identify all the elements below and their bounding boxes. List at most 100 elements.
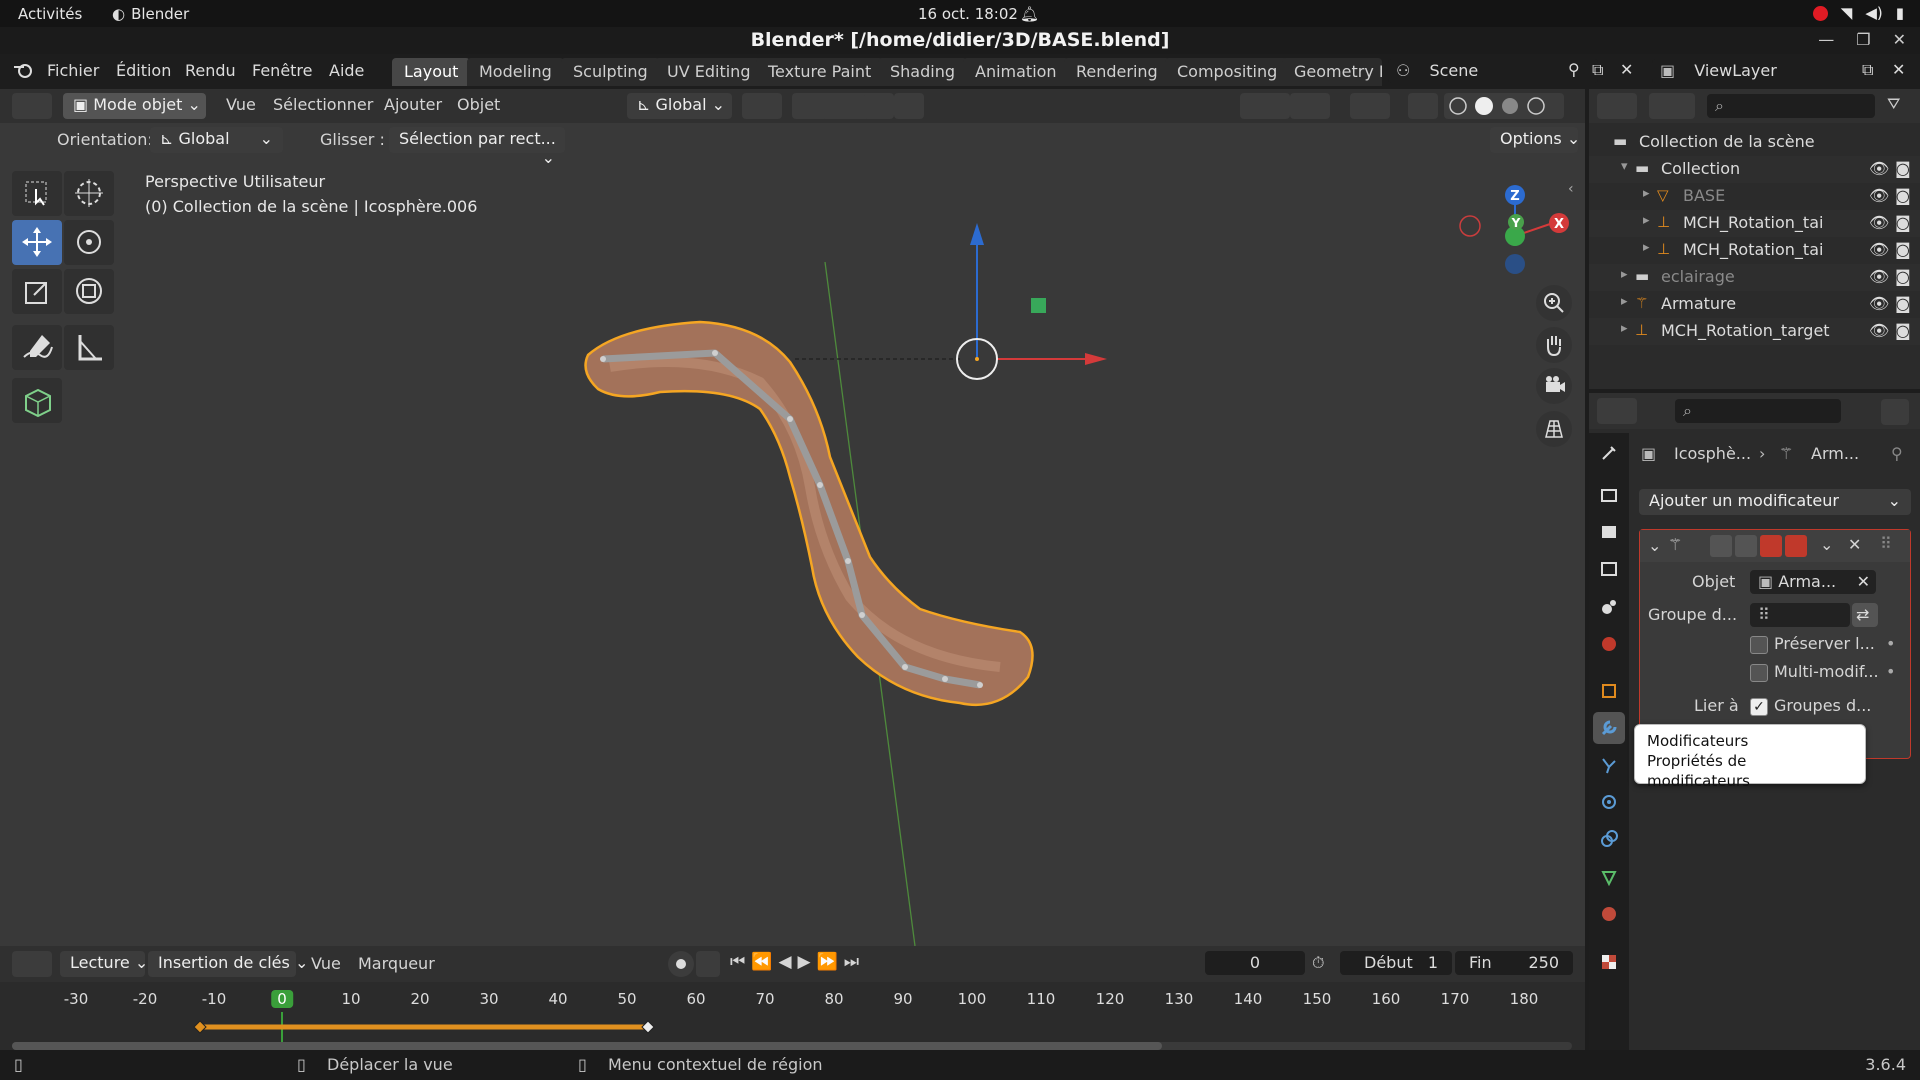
timeline-menu-vue[interactable]: Vue bbox=[311, 954, 341, 973]
expand-chevron-icon[interactable]: ▸ bbox=[1643, 186, 1650, 201]
collapse-chevron-icon[interactable]: ⌄ bbox=[1648, 536, 1661, 555]
measure-tool[interactable] bbox=[64, 325, 114, 370]
close-icon[interactable]: ✕ bbox=[1893, 30, 1906, 49]
render-camera-icon[interactable]: ◙ bbox=[1895, 159, 1911, 178]
shading-mode-group[interactable] bbox=[1444, 93, 1564, 119]
world-tab-icon[interactable] bbox=[1593, 628, 1625, 660]
timeline-editor[interactable]: Lecture ⌄ Insertion de clés ⌄ Vue Marque… bbox=[0, 946, 1585, 1050]
scene-selector[interactable]: ⚇ Scene bbox=[1388, 59, 1598, 83]
annotate-tool[interactable] bbox=[12, 325, 62, 370]
system-tray[interactable]: ◥ ◀) ▮ bbox=[1812, 4, 1904, 22]
outliner-row[interactable]: ▸ ▬ eclairage 👁︎ ◙ bbox=[1589, 264, 1920, 291]
current-frame-field[interactable]: 0 bbox=[1205, 951, 1305, 975]
vertex-group-field[interactable]: ⠿ bbox=[1750, 603, 1850, 627]
viewport-menu-selectionner[interactable]: Sélectionner bbox=[273, 95, 373, 114]
minimize-icon[interactable]: — bbox=[1818, 30, 1834, 49]
zoom-icon[interactable] bbox=[1536, 285, 1572, 321]
properties-editor[interactable]: ⌕ ▣ Icosphè... › ⚚ Arm... ⚲ Ajouter un m… bbox=[1589, 393, 1920, 1050]
view-layer-tab-icon[interactable] bbox=[1593, 553, 1625, 585]
output-tab-icon[interactable] bbox=[1593, 516, 1625, 548]
3d-viewport[interactable]: ▣ Mode objet ⌄ Vue Sélectionner Ajouter … bbox=[0, 89, 1585, 946]
options-dropdown[interactable]: Options ⌄ bbox=[1490, 127, 1580, 153]
visibility-icon[interactable] bbox=[1240, 93, 1290, 119]
add-cube-tool[interactable] bbox=[12, 378, 62, 423]
clear-icon[interactable]: ✕ bbox=[1857, 572, 1870, 591]
mode-dropdown[interactable]: ▣ Mode objet ⌄ bbox=[63, 93, 206, 119]
render-icon[interactable] bbox=[1785, 535, 1807, 557]
render-camera-icon[interactable]: ◙ bbox=[1895, 267, 1911, 286]
tab-compositing[interactable]: Compositing bbox=[1165, 58, 1290, 86]
pin-icon[interactable]: ⚲ bbox=[1891, 444, 1903, 463]
overlay-toggle-icon[interactable] bbox=[1350, 93, 1390, 119]
ortho-grid-icon[interactable] bbox=[1536, 411, 1572, 447]
current-frame-indicator[interactable]: 0 bbox=[271, 990, 293, 1008]
object-tab-icon[interactable] bbox=[1593, 675, 1625, 707]
pan-hand-icon[interactable] bbox=[1536, 327, 1572, 363]
maximize-icon[interactable]: ❐ bbox=[1856, 30, 1870, 49]
tab-shading[interactable]: Shading bbox=[878, 58, 967, 86]
auto-keying-options-icon[interactable] bbox=[696, 951, 720, 977]
multi-modifier-checkbox[interactable] bbox=[1750, 664, 1768, 682]
frame-start-field[interactable]: Début 1 bbox=[1340, 951, 1452, 975]
visibility-eye-icon[interactable]: 👁︎ bbox=[1869, 267, 1889, 286]
visibility-eye-icon[interactable]: 👁︎ bbox=[1869, 294, 1889, 313]
drag-dropdown[interactable]: Sélection par rect... ⌄ bbox=[389, 127, 565, 167]
scale-tool[interactable] bbox=[12, 269, 62, 314]
menu-aide[interactable]: Aide bbox=[329, 61, 364, 80]
transform-orientation-dropdown[interactable]: ⊾ Global ⌄ bbox=[627, 93, 732, 119]
physics-tab-icon[interactable] bbox=[1593, 786, 1625, 818]
menu-edition[interactable]: Édition bbox=[116, 61, 171, 80]
expand-chevron-icon[interactable]: ▸ bbox=[1643, 213, 1650, 228]
outliner-row[interactable]: ▾ ▬ Collection 👁︎ ◙ bbox=[1589, 156, 1920, 183]
preserve-volume-checkbox[interactable] bbox=[1750, 636, 1768, 654]
expand-chevron-icon[interactable]: ▸ bbox=[1643, 240, 1650, 255]
outliner-editor[interactable]: ⌕ ⛛ ▬ Collection de la scène ▾ ▬ Collection 👁… bbox=[1589, 89, 1920, 389]
visibility-eye-icon[interactable]: 👁︎ bbox=[1869, 159, 1889, 178]
pin-icon[interactable]: ⚲ bbox=[1568, 60, 1580, 79]
expand-chevron-icon[interactable]: ▸ bbox=[1621, 321, 1628, 336]
visibility-eye-icon[interactable]: 👁︎ bbox=[1869, 213, 1889, 232]
visibility-eye-icon[interactable]: 👁︎ bbox=[1869, 240, 1889, 259]
render-tab-icon[interactable] bbox=[1593, 479, 1625, 511]
expand-chevron-icon[interactable]: ▾ bbox=[1621, 159, 1628, 174]
properties-options-icon[interactable] bbox=[1881, 399, 1909, 425]
navigation-gizmo[interactable]: Z Y X bbox=[1455, 174, 1575, 284]
select-box-tool[interactable] bbox=[12, 171, 62, 216]
tab-sculpting[interactable]: Sculpting bbox=[561, 58, 660, 86]
new-scene-icon[interactable]: ⧉ bbox=[1592, 60, 1603, 80]
frame-ruler[interactable]: -30 -20 -10 0 10 20 30 40 50 60 70 80 90… bbox=[0, 990, 1585, 1012]
pivot-point-icon[interactable] bbox=[742, 93, 782, 119]
render-camera-icon[interactable]: ◙ bbox=[1895, 213, 1911, 232]
orientation-dropdown[interactable]: ⊾ Global ⌄ bbox=[150, 127, 283, 153]
tab-layout[interactable]: Layout bbox=[392, 58, 471, 86]
properties-search-input[interactable]: ⌕ bbox=[1675, 399, 1841, 423]
menu-rendu[interactable]: Rendu bbox=[185, 61, 236, 80]
data-tab-icon[interactable] bbox=[1593, 861, 1625, 893]
outliner-row[interactable]: ▸ ⊥ MCH_Rotation_target 👁︎ ◙ bbox=[1589, 318, 1920, 345]
outliner-row[interactable]: ▬ Collection de la scène bbox=[1589, 129, 1920, 156]
blender-menu-icon[interactable] bbox=[12, 59, 34, 81]
keyframe-track[interactable] bbox=[0, 1012, 1585, 1050]
outliner-row[interactable]: ▸ ⊥ MCH_Rotation_tai 👁︎ ◙ bbox=[1589, 237, 1920, 264]
drag-handle-icon[interactable]: ⠿ bbox=[1880, 534, 1892, 553]
object-field[interactable]: ▣ Arma... ✕ bbox=[1750, 570, 1876, 594]
delete-scene-icon[interactable]: ✕ bbox=[1620, 60, 1633, 79]
falloff-icon[interactable] bbox=[894, 93, 924, 119]
invert-group-button[interactable]: ⇄ bbox=[1852, 603, 1878, 627]
menu-fichier[interactable]: Fichier bbox=[47, 61, 99, 80]
outliner-row[interactable]: ▸ ▽ BASE 👁︎ ◙ bbox=[1589, 183, 1920, 210]
modifier-tab-icon[interactable] bbox=[1593, 712, 1625, 744]
constraints-tab-icon[interactable] bbox=[1593, 823, 1625, 855]
proportional-edit-icon[interactable] bbox=[864, 93, 894, 119]
render-camera-icon[interactable]: ◙ bbox=[1895, 294, 1911, 313]
keying-dropdown[interactable]: Insertion de clés ⌄ bbox=[148, 951, 308, 977]
xray-icon[interactable] bbox=[1408, 93, 1438, 119]
outliner-row[interactable]: ▸ ⊥ MCH_Rotation_tai 👁︎ ◙ bbox=[1589, 210, 1920, 237]
tab-geometry-nodes[interactable]: Geometry N bbox=[1282, 58, 1382, 86]
expand-chevron-icon[interactable]: ▸ bbox=[1621, 267, 1628, 282]
move-tool[interactable] bbox=[12, 220, 62, 265]
render-camera-icon[interactable]: ◙ bbox=[1895, 186, 1911, 205]
cursor-tool[interactable] bbox=[64, 171, 114, 216]
realtime-icon[interactable] bbox=[1760, 535, 1782, 557]
filter-icon[interactable]: ⛛ bbox=[1887, 94, 1900, 114]
